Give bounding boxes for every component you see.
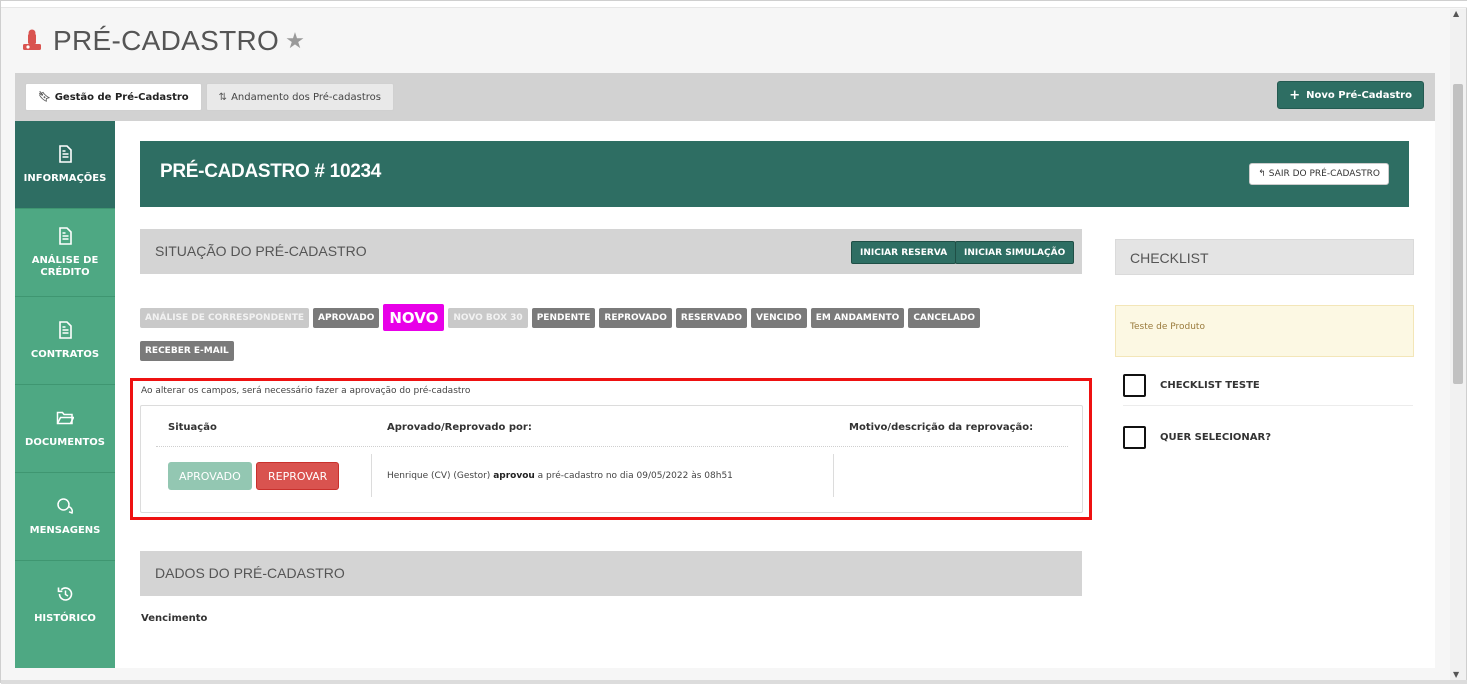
approval-note: Ao alterar os campos, será necessário fa… (141, 386, 471, 396)
status-row-1: ANÁLISE DE CORRESPONDENTE APROVADO NOVO … (140, 304, 981, 331)
checklist-item-label: CHECKLIST TESTE (1160, 380, 1260, 391)
approval-detail: a pré-cadastro no dia 09/05/2022 às 08h5… (537, 471, 733, 481)
bookmark-icon: 🔖︎ (38, 91, 51, 103)
document-icon (59, 320, 72, 339)
checklist-item[interactable]: QUER SELECIONAR? (1123, 417, 1413, 457)
col-por-header: Aprovado/Reprovado por: (387, 422, 532, 433)
record-title: PRÉ-CADASTRO # 10234 (160, 161, 382, 182)
exit-pre-cadastro-button[interactable]: ↰ SAIR DO PRÉ-CADASTRO (1249, 163, 1389, 185)
star-icon[interactable]: ★ (285, 29, 305, 54)
sidebar-item-label: INFORMAÇÕES (23, 172, 107, 184)
approved-button[interactable]: APROVADO (168, 462, 252, 490)
sidebar-item-label: DOCUMENTOS (25, 436, 105, 448)
checklist-section-bar: CHECKLIST (1115, 239, 1414, 275)
approval-highlight-box: Ao alterar os campos, será necessário fa… (130, 378, 1092, 520)
sidebar-item-mensagens[interactable]: MENSAGENS (15, 473, 115, 561)
page-header: PRÉ-CADASTRO ★ (19, 23, 305, 59)
record-banner: PRÉ-CADASTRO # 10234 ↰ SAIR DO PRÉ-CADAS… (140, 141, 1409, 207)
page-title: PRÉ-CADASTRO (53, 25, 280, 56)
status-pendente[interactable]: PENDENTE (531, 307, 596, 328)
history-icon (57, 587, 73, 601)
scroll-down-icon[interactable]: ▼ (1453, 670, 1459, 679)
scroll-up-icon[interactable]: ▲ (1453, 9, 1459, 18)
content-area: PRÉ-CADASTRO # 10234 ↰ SAIR DO PRÉ-CADAS… (115, 121, 1435, 668)
approver-name: Henrique (CV) (Gestor) (387, 471, 491, 481)
status-aprovado[interactable]: APROVADO (313, 307, 380, 328)
iniciar-simulacao-button[interactable]: INICIAR SIMULAÇÃO (955, 241, 1075, 264)
sidebar-item-label: ANÁLISE DE CRÉDITO (31, 254, 99, 278)
top-edge (1, 1, 1467, 8)
checklist-item-label: QUER SELECIONAR? (1160, 431, 1272, 443)
sidebar-item-historico[interactable]: HISTÓRICO (15, 561, 115, 649)
approval-log: Henrique (CV) (Gestor) aprovou a pré-cad… (387, 471, 733, 481)
status-novo[interactable]: NOVO (383, 304, 445, 331)
browser-frame: PRÉ-CADASTRO ★ 🔖︎ Gestão de Pré-Cadastro… (0, 0, 1467, 684)
checkbox[interactable] (1123, 374, 1146, 397)
status-cancelado[interactable]: CANCELADO (908, 307, 981, 328)
tab-gestao-label: Gestão de Pré-Cadastro (54, 91, 189, 103)
checklist-item[interactable]: CHECKLIST TESTE (1123, 366, 1413, 406)
status-row-2: RECEBER E-MAIL (140, 341, 234, 361)
document-icon (59, 226, 72, 245)
sidebar-item-label: CONTRATOS (30, 348, 100, 360)
status-receber-email[interactable]: RECEBER E-MAIL (140, 341, 234, 361)
vertical-scrollbar[interactable]: ▲ ▼ (1450, 9, 1466, 681)
reply-arrow-icon: ↰ (1258, 169, 1266, 179)
folder-open-icon (56, 411, 74, 424)
iniciar-reserva-button[interactable]: INICIAR RESERVA (851, 241, 957, 264)
checkbox[interactable] (1123, 425, 1146, 449)
product-name: Teste de Produto (1130, 322, 1205, 332)
tab-gestao[interactable]: 🔖︎ Gestão de Pré-Cadastro (25, 83, 202, 111)
sidebar-item-label: HISTÓRICO (34, 613, 96, 624)
status-reprovado[interactable]: REPROVADO (599, 307, 672, 328)
exit-button-label: SAIR DO PRÉ-CADASTRO (1268, 169, 1380, 179)
document-icon (59, 144, 72, 163)
tab-andamento[interactable]: ⇅ Andamento dos Pré-cadastros (205, 83, 394, 111)
status-em-andamento[interactable]: EM ANDAMENTO (810, 307, 905, 328)
checklist-title: CHECKLIST (1130, 250, 1209, 266)
sidebar-item-label: MENSAGENS (29, 524, 101, 536)
situacao-section-bar: SITUAÇÃO DO PRÉ-CADASTRO INICIAR RESERVA… (140, 229, 1082, 274)
approval-card: Situação Aprovado/Reprovado por: Motivo/… (140, 405, 1083, 513)
header-divider (156, 446, 1068, 447)
sidebar-item-documentos[interactable]: DOCUMENTOS (15, 385, 115, 473)
tab-bar: 🔖︎ Gestão de Pré-Cadastro ⇅ Andamento do… (25, 83, 394, 111)
new-pre-cadastro-button[interactable]: + Novo Pré-Cadastro (1277, 81, 1424, 109)
reject-button[interactable]: REPROVAR (256, 462, 340, 490)
column-divider (833, 454, 834, 497)
plus-icon: + (1289, 87, 1301, 103)
status-vencido[interactable]: VENCIDO (750, 307, 807, 328)
col-situacao-header: Situação (168, 422, 217, 433)
sidebar-item-analise[interactable]: ANÁLISE DE CRÉDITO (15, 209, 115, 297)
stamp-icon (23, 29, 41, 50)
dados-section-bar: DADOS DO PRÉ-CADASTRO (140, 551, 1082, 596)
sidebar: INFORMAÇÕES ANÁLISE DE CRÉDITO CONTRATOS… (15, 121, 115, 668)
bottom-edge (1, 680, 1467, 684)
vencimento-label: Vencimento (141, 613, 208, 624)
main-panel: 🔖︎ Gestão de Pré-Cadastro ⇅ Andamento do… (15, 73, 1435, 668)
status-analise-correspondente[interactable]: ANÁLISE DE CORRESPONDENTE (140, 307, 310, 328)
sidebar-item-contratos[interactable]: CONTRATOS (15, 297, 115, 385)
approval-action: aprovou (493, 471, 535, 481)
col-motivo-header: Motivo/descrição da reprovação: (849, 422, 1034, 433)
product-box: Teste de Produto (1115, 305, 1414, 357)
sort-icon: ⇅ (218, 91, 228, 103)
situacao-title: SITUAÇÃO DO PRÉ-CADASTRO (155, 243, 367, 259)
new-button-label: Novo Pré-Cadastro (1306, 89, 1412, 101)
chat-bubbles-icon (57, 497, 73, 514)
scrollbar-thumb[interactable] (1453, 84, 1463, 384)
sidebar-item-informacoes[interactable]: INFORMAÇÕES (15, 121, 115, 209)
status-novo-box-30[interactable]: NOVO BOX 30 (448, 307, 528, 328)
tab-andamento-label: Andamento dos Pré-cadastros (231, 91, 381, 103)
column-divider (371, 454, 372, 497)
status-reservado[interactable]: RESERVADO (675, 307, 747, 328)
dados-title: DADOS DO PRÉ-CADASTRO (155, 565, 345, 581)
